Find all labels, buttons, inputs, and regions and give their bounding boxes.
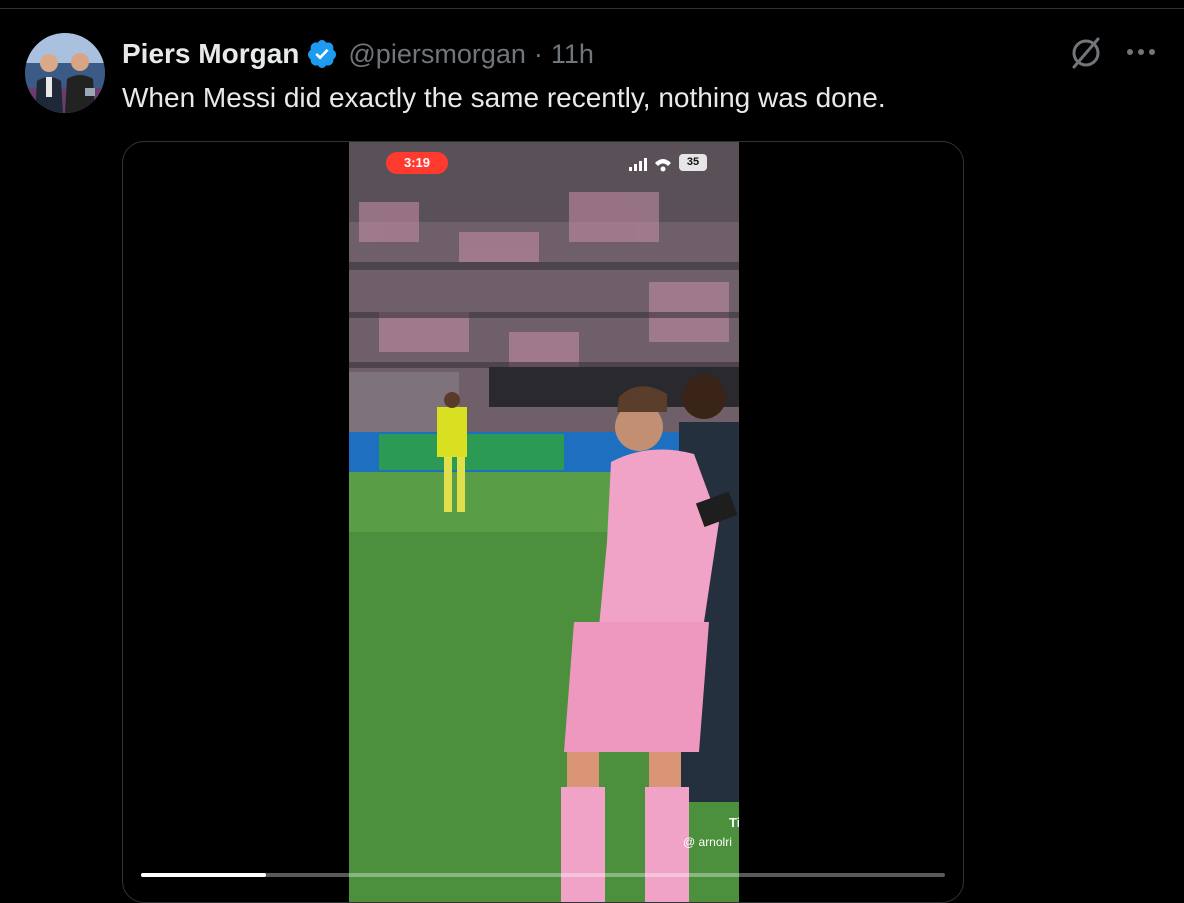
video-progress-fill: [141, 873, 266, 877]
grok-slash-icon[interactable]: [1068, 35, 1104, 71]
separator-dot: ·: [533, 38, 543, 69]
video-progress-bar[interactable]: [141, 873, 945, 877]
media-container[interactable]: 3:19 35 Tik @ arnolri: [122, 141, 964, 903]
phone-battery-indicator: 35: [679, 154, 707, 171]
author-name[interactable]: Piers Morgan: [122, 38, 299, 70]
author-handle[interactable]: @piersmorgan: [348, 39, 525, 70]
tiktok-username: @ arnolri: [683, 835, 732, 849]
author-avatar[interactable]: [25, 33, 105, 113]
tweet-header: Piers Morgan @piersmorgan · 11h: [122, 36, 594, 72]
top-divider: [0, 8, 1184, 9]
tiktok-watermark: Tik: [729, 815, 739, 830]
tweet-timestamp[interactable]: 11h: [551, 39, 594, 70]
more-dots-icon[interactable]: [1124, 42, 1160, 62]
tweet-text: When Messi did exactly the same recently…: [122, 82, 886, 113]
phone-status-time: 3:19: [386, 152, 448, 174]
video-player[interactable]: 3:19 35 Tik @ arnolri: [349, 142, 739, 902]
verified-badge-icon: [306, 38, 338, 70]
